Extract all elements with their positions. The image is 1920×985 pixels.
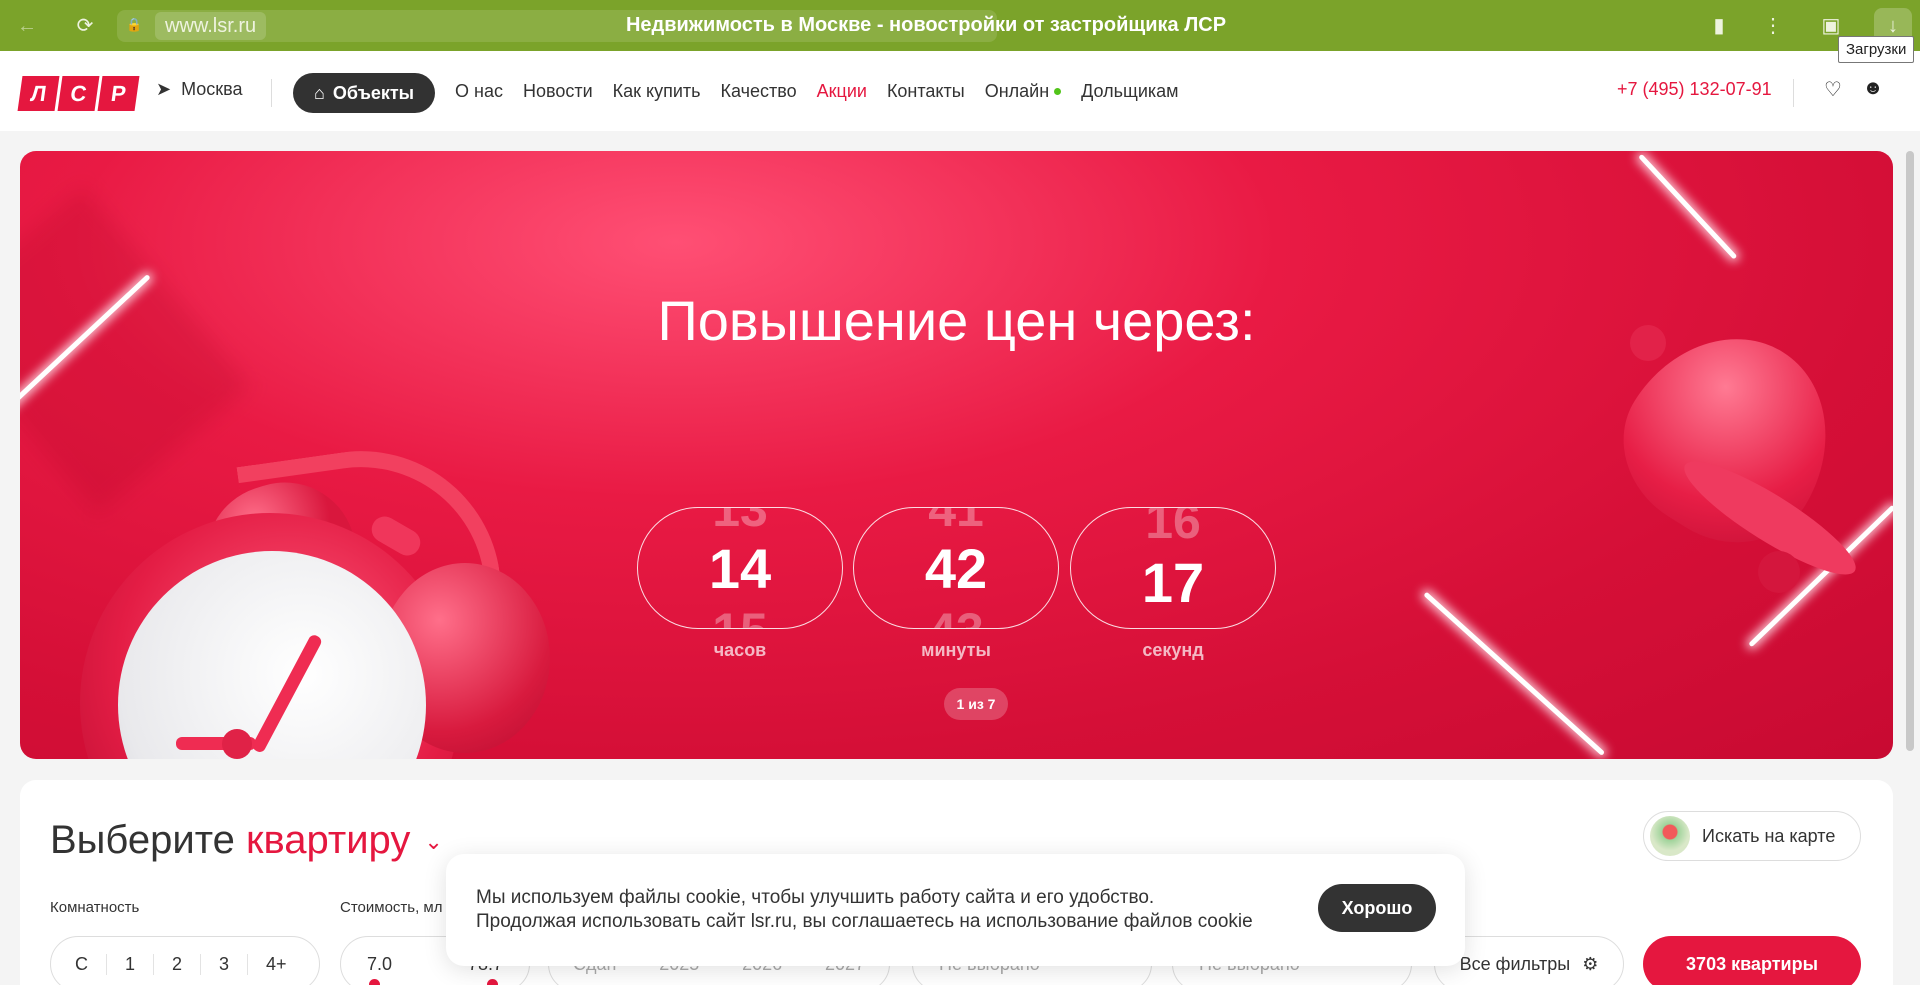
- logo-letter: С: [57, 76, 100, 111]
- timer-next: 43: [854, 602, 1058, 628]
- neon-light: [1638, 153, 1738, 260]
- cookie-text: Мы используем файлы cookie, чтобы улучши…: [476, 886, 1296, 934]
- cookie-accept-button[interactable]: Хорошо: [1318, 884, 1436, 932]
- timer-prev: 41: [928, 507, 984, 537]
- promo-banner[interactable]: Повышение цен через: 13 14 15 41 42 43 1…: [20, 151, 1893, 759]
- bookmark-icon[interactable]: ▮: [1706, 13, 1732, 39]
- timer-value: 17: [1141, 551, 1205, 614]
- price-label: Стоимость, мл: [340, 899, 443, 916]
- room-option[interactable]: 1: [106, 953, 153, 975]
- objects-button[interactable]: ⌂ Объекты: [293, 73, 435, 113]
- downloads-tooltip: Загрузки: [1838, 36, 1915, 63]
- objects-label: Объекты: [332, 82, 415, 103]
- scrollbar-thumb[interactable]: [1906, 151, 1914, 751]
- clock-center: [222, 729, 252, 759]
- room-option[interactable]: 2: [153, 953, 200, 975]
- room-option[interactable]: 4+: [247, 953, 305, 975]
- logo-letter: Л: [17, 76, 60, 111]
- neon-light: [1423, 591, 1606, 756]
- search-title-prefix: Выберите: [50, 818, 235, 862]
- search-on-map-button[interactable]: Искать на карте: [1643, 811, 1861, 861]
- timer-hours: 13 14 15: [637, 507, 843, 629]
- nav-about[interactable]: О нас: [455, 81, 503, 102]
- timer-label-hours: часов: [713, 640, 767, 660]
- banner-title: Повышение цен через:: [657, 289, 1256, 352]
- city-name: Москва: [181, 79, 243, 99]
- location-arrow-icon: ➤: [156, 79, 172, 99]
- phone-link[interactable]: +7 (495) 132-07-91: [1617, 79, 1772, 100]
- logo-letter: Р: [97, 76, 140, 111]
- rooms-selector: С 1 2 3 4+: [50, 936, 320, 985]
- bell-clapper: [1758, 551, 1800, 593]
- timer-minutes: 41 42 43: [853, 507, 1059, 629]
- main-nav: О нас Новости Как купить Качество Акции …: [455, 51, 1179, 131]
- site-header: Л С Р ➤ Москва ⌂ Объекты О нас Новости К…: [0, 51, 1920, 131]
- scrollbar[interactable]: [1906, 151, 1914, 985]
- sliders-icon: ⚙: [1582, 953, 1599, 974]
- city-selector[interactable]: ➤ Москва: [156, 79, 243, 100]
- timer-prev: 13: [712, 507, 768, 537]
- timer-prev: 16: [1145, 507, 1201, 549]
- map-button-label: Искать на карте: [1702, 825, 1836, 846]
- search-title-accent[interactable]: квартиру: [246, 818, 410, 862]
- chevron-down-icon[interactable]: ⌄: [424, 829, 442, 854]
- menu-dots-icon[interactable]: ⋮: [1760, 13, 1786, 39]
- map-pin-icon: [1650, 816, 1690, 856]
- building-icon: ⌂: [313, 82, 325, 103]
- divider: [271, 79, 272, 107]
- divider: [1793, 79, 1794, 107]
- user-icon[interactable]: ☻: [1860, 77, 1886, 100]
- show-apartments-button[interactable]: 3703 квартиры: [1643, 936, 1861, 985]
- nav-shareholders[interactable]: Дольщикам: [1081, 81, 1178, 102]
- timer-label-seconds: секунд: [1142, 640, 1204, 660]
- heart-icon[interactable]: ♡: [1820, 77, 1846, 102]
- nav-how-to-buy[interactable]: Как купить: [613, 81, 701, 102]
- timer-value: 14: [708, 537, 772, 600]
- timer-value: 42: [924, 537, 988, 600]
- search-title: Выберите квартиру ⌄: [50, 818, 443, 863]
- room-option[interactable]: С: [57, 954, 106, 975]
- price-min: 7.0: [367, 953, 393, 974]
- room-option[interactable]: 3: [200, 953, 247, 975]
- price-slider-max-handle[interactable]: [487, 979, 498, 985]
- nav-quality[interactable]: Качество: [721, 81, 797, 102]
- timer-seconds: 16 17: [1070, 507, 1276, 629]
- online-status-dot: [1054, 88, 1062, 96]
- cookie-line: Мы используем файлы cookie, чтобы улучши…: [476, 887, 1155, 908]
- all-filters-label: Все фильтры: [1459, 953, 1571, 974]
- lsr-logo[interactable]: Л С Р: [17, 76, 140, 111]
- nav-contacts[interactable]: Контакты: [887, 81, 965, 102]
- rooms-label: Комнатность: [50, 899, 140, 916]
- nav-news[interactable]: Новости: [523, 81, 593, 102]
- nav-online-label: Онлайн: [984, 80, 1050, 101]
- page-title: Недвижимость в Москве - новостройки от з…: [625, 14, 1227, 36]
- price-slider-min-handle[interactable]: [369, 979, 380, 985]
- cookie-banner: Мы используем файлы cookie, чтобы улучши…: [446, 854, 1465, 966]
- slide-pager[interactable]: 1 из 7: [944, 688, 1008, 720]
- timer-next: 15: [638, 602, 842, 628]
- nav-online[interactable]: Онлайн: [984, 80, 1062, 102]
- browser-toolbar: ← ⟳ 🔒 www.lsr.ru Недвижимость в Москве -…: [0, 0, 1920, 51]
- timer-label-minutes: минуты: [921, 640, 991, 660]
- cookie-line: Продолжая использовать сайт lsr.ru, вы с…: [476, 911, 1253, 932]
- nav-promotions[interactable]: Акции: [817, 81, 867, 102]
